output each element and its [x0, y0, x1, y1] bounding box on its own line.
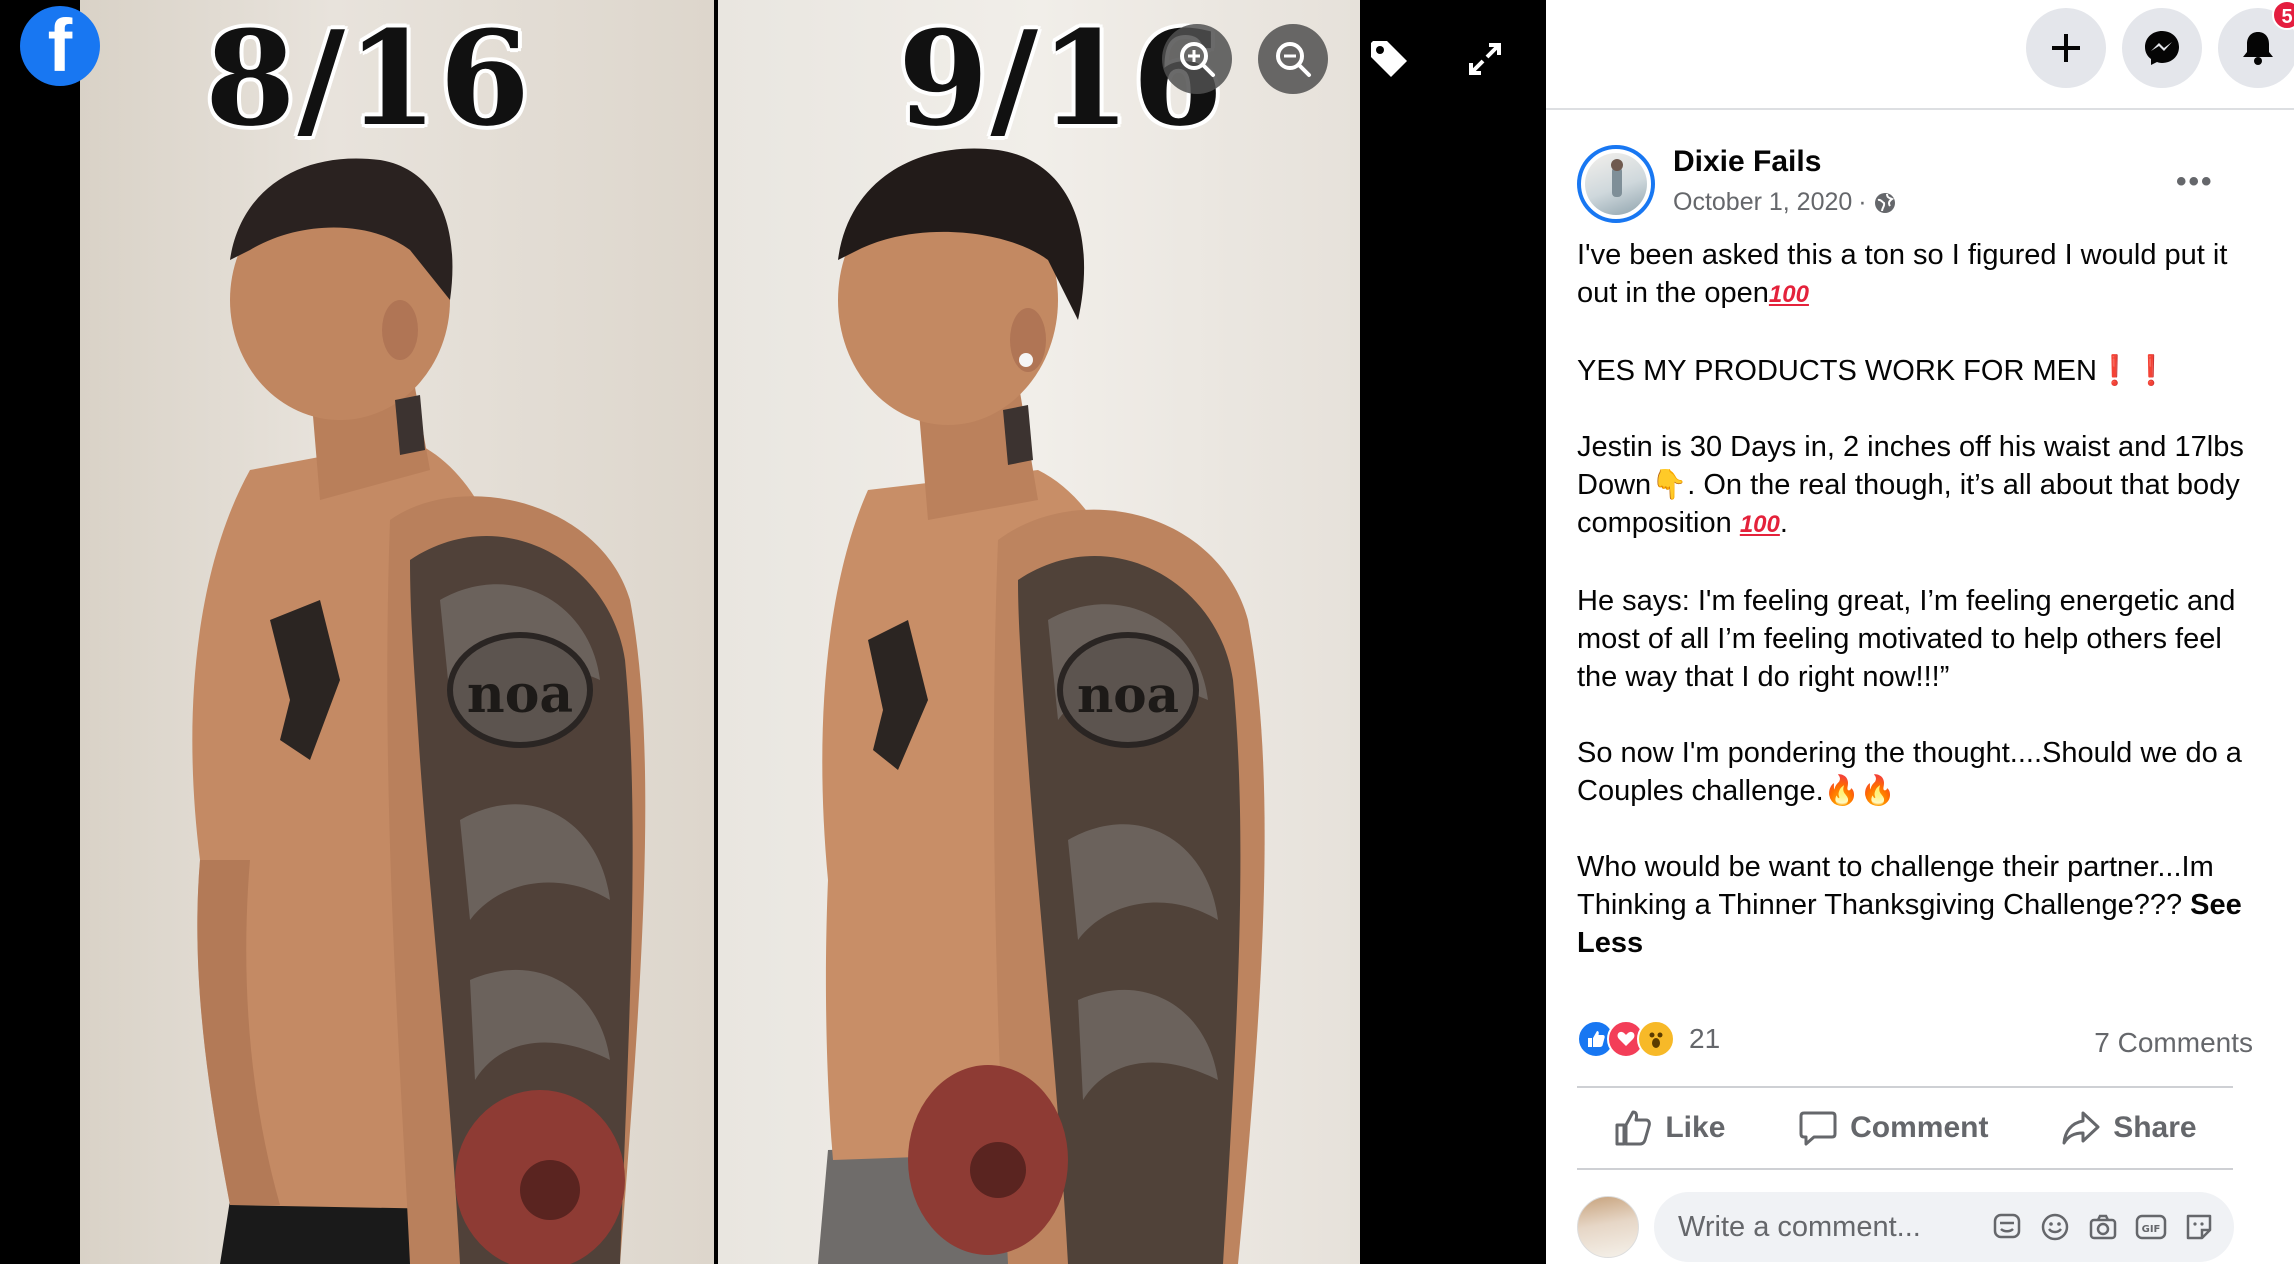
emoji-button[interactable] — [2038, 1210, 2072, 1244]
zoom-in-icon — [1180, 42, 1215, 77]
exclamation-emoji: ❗❗ — [2096, 355, 2170, 387]
meta-separator: · — [1858, 188, 1867, 216]
tag-icon — [1371, 41, 1407, 77]
before-date-label: 8/16 — [205, 2, 532, 155]
camera-icon — [2089, 1214, 2117, 1240]
tattoo-text-before: noa — [467, 664, 573, 725]
user-avatar[interactable] — [1577, 1196, 1639, 1258]
author-name[interactable]: Dixie Fails — [1673, 145, 1821, 179]
top-bar: 5 — [1546, 0, 2294, 110]
fullscreen-button[interactable] — [1450, 24, 1520, 94]
gif-icon: GIF — [2135, 1214, 2167, 1240]
messenger-icon — [2145, 31, 2179, 65]
post-body: I've been asked this a ton so I figured … — [1577, 236, 2257, 1000]
thumbs-up-icon — [1615, 1110, 1652, 1146]
svg-text:GIF: GIF — [2142, 1224, 2161, 1235]
post-actions: Like Comment Share — [1577, 1088, 2233, 1168]
paragraph-6: Who would be want to challenge their par… — [1577, 851, 2242, 959]
smiley-icon — [2041, 1213, 2069, 1241]
post-sidebar: 5 Dixie Fails October 1, 2020 · ••• I've… — [1546, 0, 2294, 1264]
after-figure: noa — [818, 148, 1265, 1264]
paragraph-2: YES MY PRODUCTS WORK FOR MEN❗❗ — [1577, 355, 2170, 387]
comment-bubble-icon — [1799, 1111, 1837, 1146]
after-photo: noa 9/16 — [718, 0, 1360, 1264]
comment-tools: GIF — [1990, 1210, 2234, 1244]
like-label: Like — [1665, 1111, 1726, 1144]
before-figure: noa — [192, 158, 646, 1264]
more-options-button[interactable]: ••• — [2176, 165, 2214, 199]
expand-icon — [1469, 43, 1501, 75]
photo-button[interactable] — [2086, 1210, 2120, 1244]
hundred-emoji: 100 — [1739, 511, 1780, 538]
notifications-button[interactable]: 5 — [2218, 0, 2294, 88]
like-button[interactable]: Like — [1613, 1108, 1725, 1148]
messenger-button[interactable] — [2122, 8, 2202, 88]
tattoo-text-after: noa — [1077, 665, 1179, 724]
paragraph-3: Jestin is 30 Days in, 2 inches off his w… — [1577, 431, 2244, 539]
zoom-out-icon — [1276, 42, 1311, 77]
notifications-badge: 5 — [2272, 0, 2294, 30]
avatar-sticker-icon — [1993, 1213, 2021, 1239]
facebook-logo[interactable]: f — [20, 6, 100, 86]
create-button[interactable] — [2026, 8, 2106, 88]
comments-count[interactable]: 7 Comments — [2094, 1027, 2253, 1059]
photo-viewer: noa 8/16 noa 9/16 f — [0, 0, 1546, 1264]
fire-emoji: 🔥🔥 — [1823, 775, 1896, 807]
paragraph-5: So now I'm pondering the thought....Shou… — [1577, 737, 2242, 807]
share-label: Share — [2113, 1111, 2197, 1144]
post-date[interactable]: October 1, 2020 — [1673, 188, 1852, 217]
sticker-button[interactable] — [2182, 1210, 2216, 1244]
comment-placeholder: Write a comment... — [1678, 1210, 1921, 1243]
reaction-summary[interactable]: 21 — [1577, 1020, 1720, 1058]
divider-bottom — [1577, 1168, 2233, 1170]
hundred-emoji: 100 — [1768, 281, 1809, 308]
paragraph-1: I've been asked this a ton so I figured … — [1577, 239, 2228, 309]
share-arrow-icon — [2062, 1111, 2100, 1145]
reaction-count: 21 — [1689, 1023, 1721, 1054]
pointing-down-emoji: 👇 — [1651, 469, 1688, 501]
plus-icon — [2052, 34, 2080, 62]
author-avatar[interactable] — [1577, 145, 1655, 223]
zoom-in-button[interactable] — [1162, 24, 1232, 94]
comment-input[interactable]: Write a comment... GIF — [1654, 1192, 2234, 1262]
post-meta: October 1, 2020 · — [1673, 188, 1897, 217]
gif-button[interactable]: GIF — [2134, 1210, 2168, 1244]
zoom-out-button[interactable] — [1258, 24, 1328, 94]
wow-reaction-icon — [1637, 1020, 1675, 1058]
sticker-icon — [2186, 1214, 2212, 1240]
before-photo: noa 8/16 — [80, 0, 714, 1264]
share-button[interactable]: Share — [2061, 1108, 2197, 1148]
bell-icon — [2243, 32, 2273, 65]
tag-photo-button[interactable] — [1354, 24, 1424, 94]
avatar-sticker-button[interactable] — [1990, 1210, 2024, 1244]
comment-label: Comment — [1850, 1111, 1989, 1144]
paragraph-4: He says: I'm feeling great, I’m feeling … — [1577, 585, 2236, 693]
comment-button[interactable]: Comment — [1798, 1108, 1988, 1148]
globe-icon — [1874, 192, 1895, 213]
